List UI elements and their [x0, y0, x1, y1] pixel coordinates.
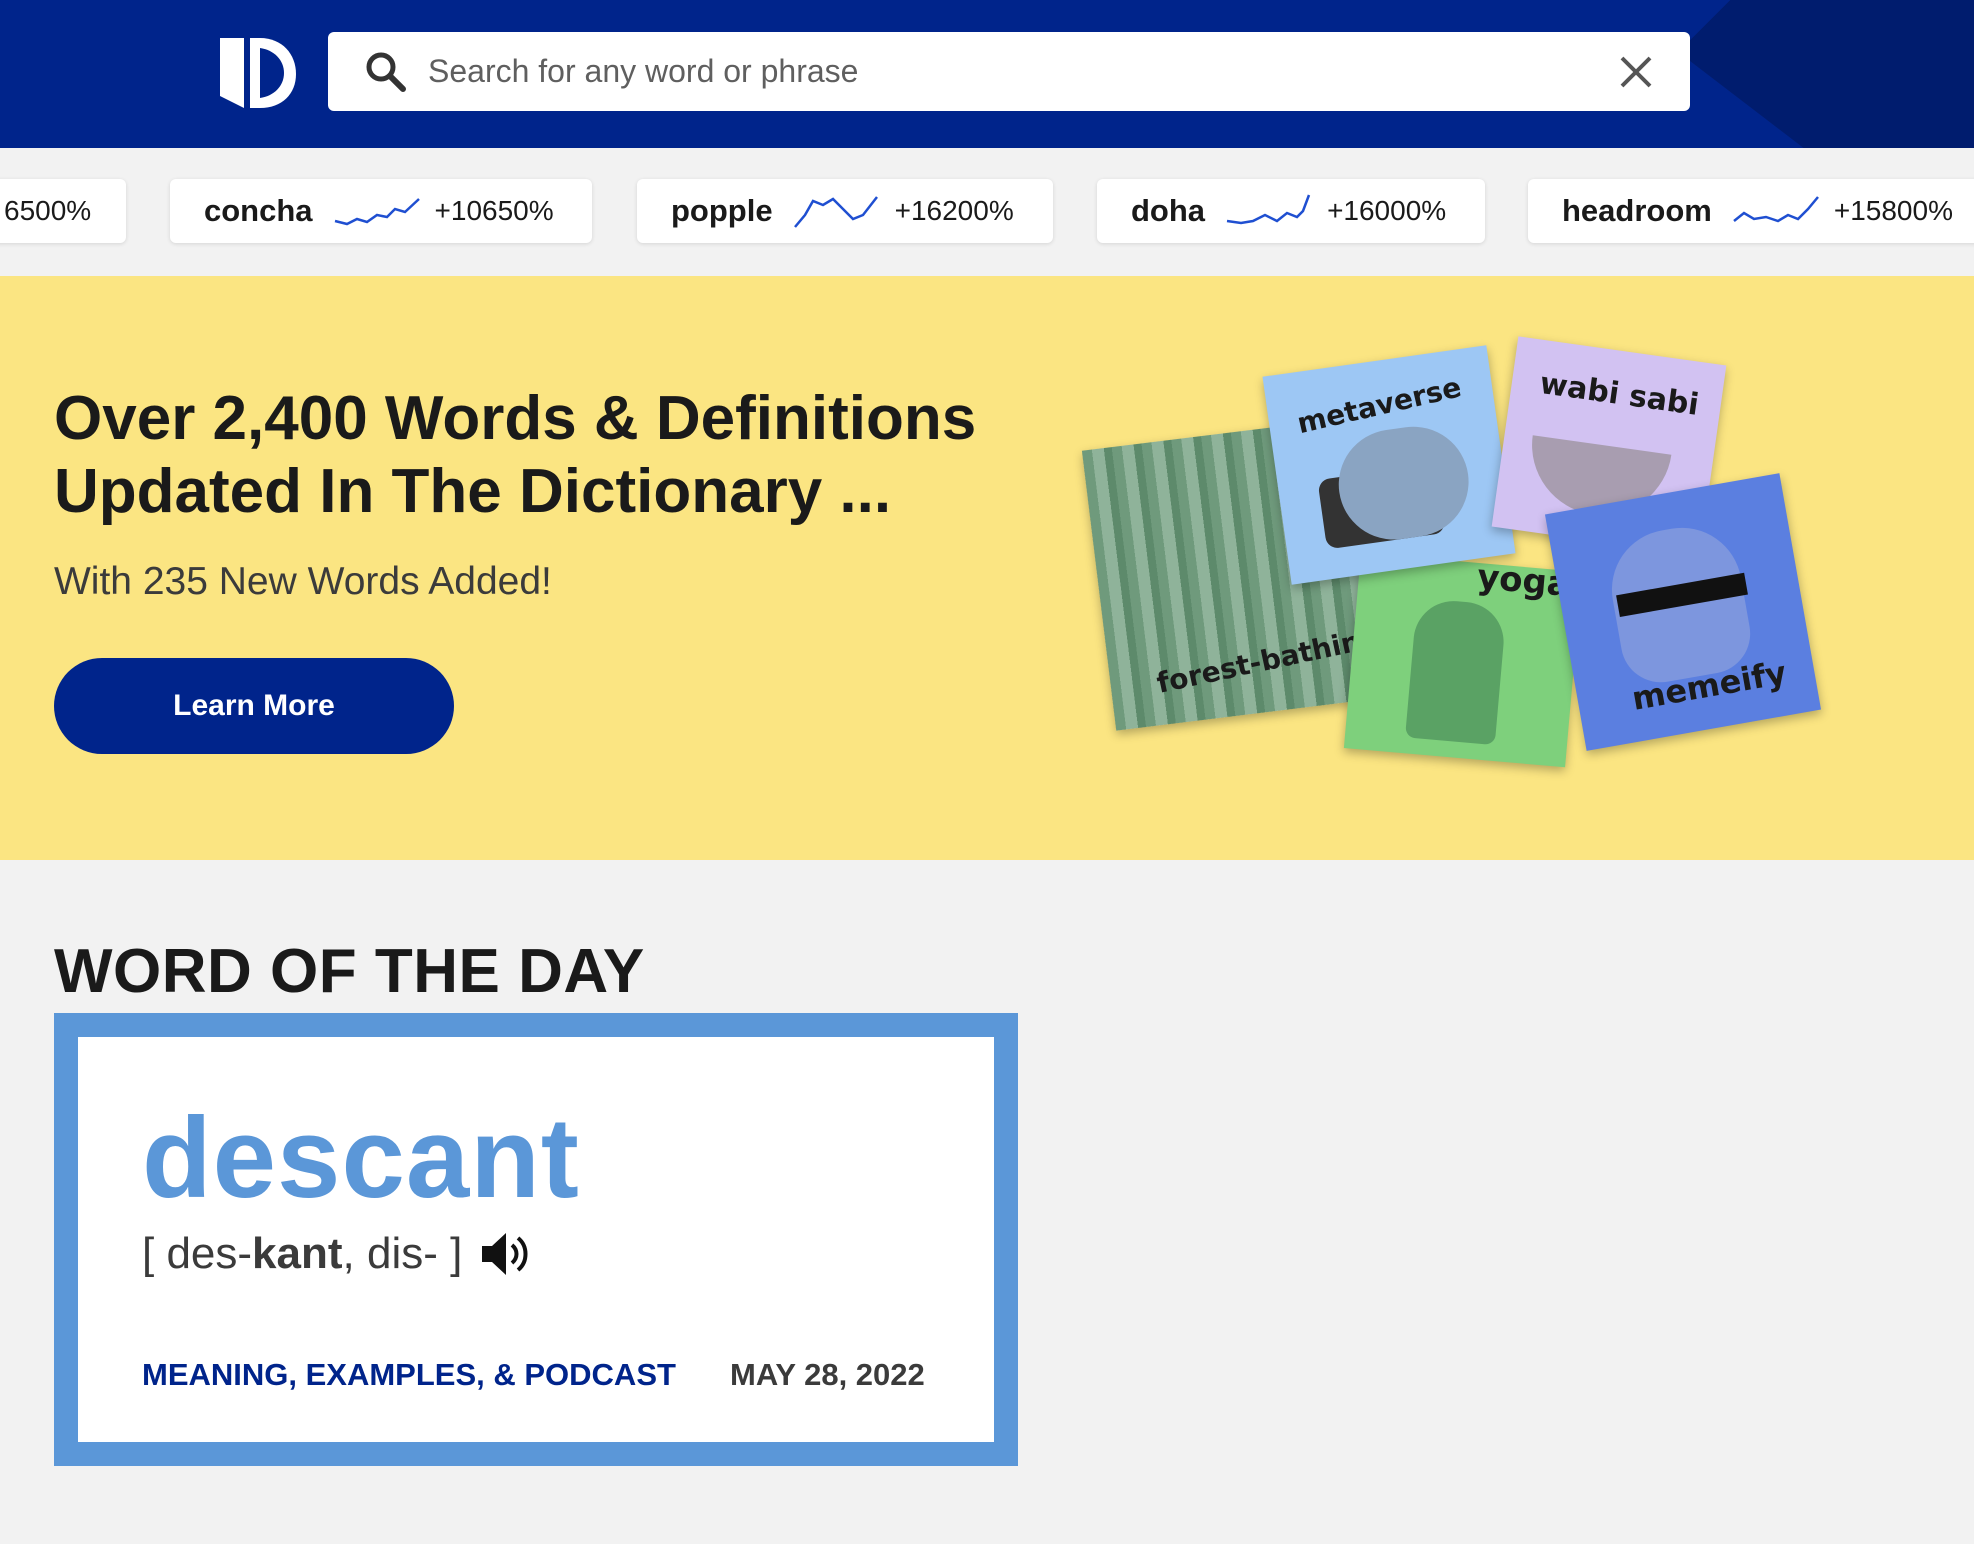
site-header: [0, 0, 1974, 148]
dictionary-logo-icon[interactable]: [216, 34, 298, 116]
pron-open: [ des-: [142, 1229, 253, 1278]
trending-chip[interactable]: concha +10650%: [170, 179, 592, 243]
wotd-card-body: descant [ des-kant, dis- ] MEANING, EXAM…: [78, 1037, 994, 1442]
search-icon[interactable]: [364, 50, 408, 94]
trend-word: doha: [1131, 193, 1206, 228]
pron-rest: , dis- ]: [342, 1229, 463, 1278]
trend-change: 6500%: [4, 195, 92, 226]
trend-sparkline-icon: [793, 196, 878, 228]
card-memeify[interactable]: memeify: [1544, 473, 1822, 751]
trend-word: popple: [671, 193, 773, 228]
trend-sparkline-icon: [334, 198, 420, 226]
trending-chip[interactable]: headroom +15800%: [1528, 179, 1974, 243]
word-of-the-day-card: descant [ des-kant, dis- ] MEANING, EXAM…: [54, 1013, 1018, 1466]
search-input[interactable]: [428, 32, 1568, 111]
wotd-meaning-link[interactable]: MEANING, EXAMPLES, & PODCAST: [142, 1357, 676, 1393]
trend-change: +16000%: [1327, 195, 1447, 226]
card-label: metaverse: [1294, 370, 1465, 441]
search-bar: [328, 32, 1690, 111]
wotd-word[interactable]: descant: [142, 1093, 580, 1224]
card-yoga[interactable]: yoga: [1343, 552, 1583, 768]
word-of-the-day-heading: WORD OF THE DAY: [54, 937, 645, 1006]
learn-more-button[interactable]: Learn More: [54, 658, 454, 754]
trend-sparkline-icon: [1733, 196, 1819, 223]
speaker-icon[interactable]: [480, 1229, 532, 1279]
pron-stress: kant: [252, 1229, 343, 1278]
trending-words-bar: 6500% concha +10650% popple +16200% doha…: [0, 148, 1974, 276]
close-icon[interactable]: [1618, 54, 1654, 90]
card-label: wabi sabi: [1537, 365, 1701, 423]
trending-chip[interactable]: 6500%: [0, 179, 126, 243]
promo-headline: Over 2,400 Words & Definitions Updated I…: [54, 384, 977, 526]
trend-change: +10650%: [434, 195, 554, 226]
trend-word: concha: [204, 193, 313, 228]
trend-change: +15800%: [1833, 195, 1953, 226]
yoga-figure: [1405, 597, 1507, 746]
card-metaverse[interactable]: metaverse: [1262, 345, 1516, 585]
trend-sparkline-icon: [1226, 194, 1311, 225]
wotd-date: MAY 28, 2022: [730, 1357, 925, 1392]
trending-chip[interactable]: doha +16000%: [1097, 179, 1485, 243]
trending-chip[interactable]: popple +16200%: [637, 179, 1053, 243]
promo-subhead: With 235 New Words Added!: [54, 560, 552, 603]
trend-word: headroom: [1562, 193, 1712, 228]
pronunciation: [ des-kant, dis- ]: [142, 1229, 532, 1279]
trend-change: +16200%: [894, 195, 1014, 226]
promo-banner: Over 2,400 Words & Definitions Updated I…: [0, 276, 1974, 860]
